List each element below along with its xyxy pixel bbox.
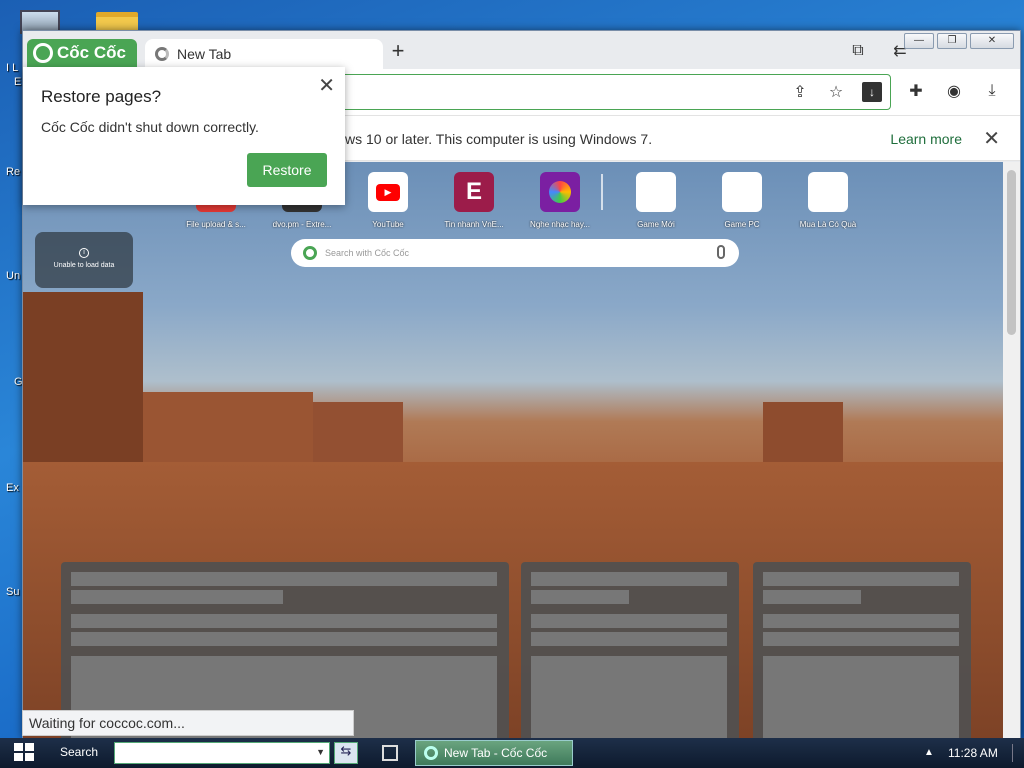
desktop-label: I L — [6, 62, 19, 74]
download-page-icon[interactable]: ↓ — [862, 82, 882, 102]
weather-text: Unable to load data — [53, 262, 115, 269]
translate-icon[interactable]: ⧉ — [848, 41, 868, 61]
maximize-button[interactable]: ❐ — [937, 33, 967, 49]
dialog-title: Restore pages? — [41, 87, 162, 106]
speed-dial-label: Mua Là Có Quà — [799, 220, 857, 229]
speed-dial-label: File upload & s... — [186, 220, 246, 229]
scrollbar-thumb[interactable] — [1007, 170, 1016, 335]
taskbar-search-label: Search — [60, 745, 99, 759]
coccoc-search-icon — [303, 246, 317, 260]
speed-dial-label: Tin nhanh VnE... — [444, 220, 504, 229]
tray-expand-icon[interactable]: ▲ — [924, 747, 934, 758]
info-icon: i — [79, 248, 89, 258]
learn-more-link[interactable]: Learn more — [890, 131, 962, 147]
show-desktop-button[interactable] — [1012, 744, 1020, 762]
desktop-label: Su — [6, 586, 20, 598]
taskbar-clock[interactable]: 11:28 AM — [948, 746, 998, 760]
rock-formation — [143, 392, 313, 462]
desktop-label: E — [14, 76, 22, 88]
dialog-close-icon[interactable]: ✕ — [318, 73, 335, 98]
minimize-button[interactable]: — — [904, 33, 934, 49]
desktop-label: Ex — [6, 482, 19, 494]
taskbar-search-input[interactable]: ▼ — [114, 742, 330, 764]
coccoc-taskbar-icon — [424, 746, 438, 760]
dialog-message: Cốc Cốc didn't shut down correctly. — [41, 119, 259, 135]
rock-formation — [763, 402, 843, 462]
profile-icon[interactable]: ◉ — [944, 81, 964, 101]
coccoc-menu-button[interactable]: Cốc Cốc — [27, 39, 137, 67]
speed-dial-item[interactable]: ▶ YouTube — [345, 172, 431, 229]
youtube-icon: ▶ — [368, 172, 408, 212]
taskbar: Search ▼ ⇆ New Tab - Cốc Cốc ▲ 11:28 AM — [0, 738, 1024, 768]
logo-text: Cốc Cốc — [57, 43, 126, 62]
infobar-close-icon[interactable]: ✕ — [983, 126, 1000, 151]
coccoc-favicon-icon — [155, 47, 169, 61]
tab-strip: Cốc Cốc New Tab + ⧉ ⇇ — ❐ ✕ — [23, 31, 1020, 69]
coccoc-logo-icon — [33, 43, 53, 63]
infobar-message: ws 10 or later. This computer is using W… — [345, 131, 653, 147]
speed-dial-item[interactable]: Game Mới — [613, 172, 699, 229]
calculator-icon[interactable] — [382, 745, 398, 761]
star-icon[interactable]: ☆ — [826, 82, 846, 102]
speed-dial-label: Game PC — [724, 220, 760, 229]
start-button[interactable] — [14, 743, 36, 763]
speed-dial-tile — [636, 172, 676, 212]
speed-dial-label: dvo.pm - Extre... — [272, 220, 332, 229]
speed-dial-label: YouTube — [372, 220, 404, 229]
taskbar-app-label: New Tab - Cốc Cốc — [444, 746, 548, 760]
tab-new-tab[interactable]: New Tab — [145, 39, 383, 69]
desktop-label: Un — [6, 270, 21, 282]
newtab-search-input[interactable]: Search with Cốc Cốc — [291, 239, 739, 267]
speed-dial-item[interactable]: Mua Là Có Quà — [785, 172, 871, 229]
news-card-skeleton — [521, 562, 739, 739]
status-bar: Waiting for coccoc.com... — [22, 710, 354, 736]
speed-dial-label: Game Mới — [637, 220, 675, 229]
search-placeholder: Search with Cốc Cốc — [325, 248, 410, 258]
speed-dial-label: Nghe nhạc hay... — [530, 220, 590, 229]
new-tab-page: File upload & s... dvo.pm - Extre... ▶ Y… — [23, 162, 1005, 739]
rock-formation — [313, 402, 403, 462]
weather-widget[interactable]: i Unable to load data — [35, 232, 133, 288]
downloads-icon[interactable]: ⤓ — [982, 81, 1002, 101]
desktop-label: Re — [6, 166, 21, 178]
share-icon[interactable]: ⇪ — [790, 82, 810, 102]
speed-dial-item[interactable]: Game PC — [699, 172, 785, 229]
news-card-skeleton — [753, 562, 971, 739]
taskbar-app-coccoc[interactable]: New Tab - Cốc Cốc — [415, 740, 573, 766]
page-scrollbar[interactable] — [1003, 162, 1020, 739]
dropdown-arrow-icon[interactable]: ▼ — [316, 747, 325, 757]
music-icon — [540, 172, 580, 212]
close-window-button[interactable]: ✕ — [970, 33, 1014, 49]
speed-dial-tile — [722, 172, 762, 212]
speed-dial-item[interactable]: E Tin nhanh VnE... — [431, 172, 517, 229]
restore-pages-dialog: Restore pages? Cốc Cốc didn't shut down … — [23, 67, 345, 205]
extensions-icon[interactable]: ✚ — [906, 81, 926, 101]
new-tab-button[interactable]: + — [387, 40, 409, 63]
tab-title: New Tab — [177, 46, 232, 62]
speed-dial-tile — [808, 172, 848, 212]
microphone-icon[interactable] — [717, 245, 725, 259]
vnexpress-icon: E — [454, 172, 494, 212]
speed-dial-separator — [601, 174, 603, 210]
speed-dial-item[interactable]: Nghe nhạc hay... — [517, 172, 603, 229]
restore-button[interactable]: Restore — [247, 153, 327, 187]
taskbar-search-go-button[interactable]: ⇆ — [334, 742, 358, 764]
